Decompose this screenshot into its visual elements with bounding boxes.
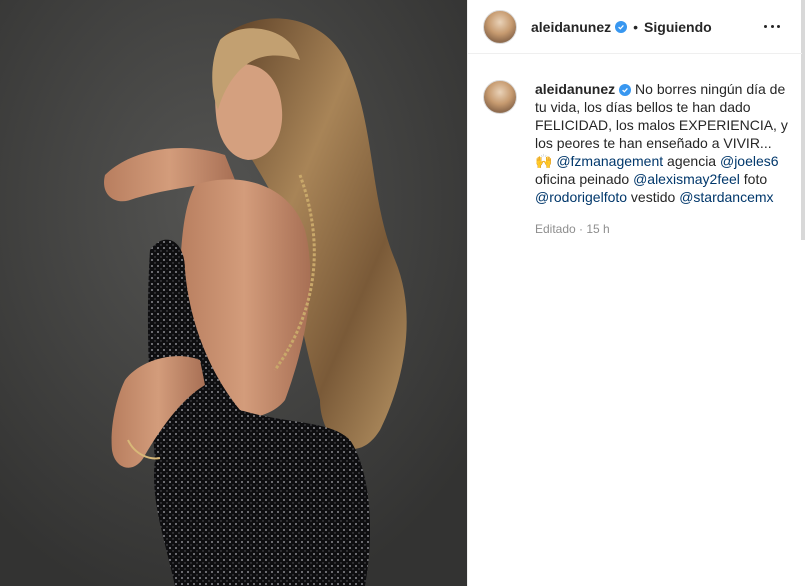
caption-avatar[interactable] (483, 80, 517, 114)
caption-text-part4: foto (739, 171, 768, 187)
caption-text-part3: oficina peinado (535, 171, 634, 187)
post-details-panel: aleidanunez • Siguiendo aleidanunez No b… (467, 0, 805, 586)
caption-text-part2: agencia (663, 153, 720, 169)
caption-username[interactable]: aleidanunez (535, 81, 615, 97)
mention-rodorigelfoto[interactable]: @rodorigelfoto (535, 189, 627, 205)
mention-joeles6[interactable]: @joeles6 (720, 153, 779, 169)
edited-label: Editado (535, 222, 576, 236)
mention-stardancemx[interactable]: @stardancemx (679, 189, 773, 205)
caption-meta: Editado · 15 h (535, 220, 793, 238)
header-username[interactable]: aleidanunez (531, 19, 611, 35)
post-photo[interactable] (0, 0, 467, 586)
following-button[interactable]: Siguiendo (644, 19, 712, 35)
time-ago[interactable]: 15 h (586, 222, 609, 236)
more-horizontal-icon[interactable] (764, 18, 780, 34)
caption-text-part5: vestido (627, 189, 680, 205)
raised-hands-emoji: 🙌 (535, 153, 553, 169)
post-photo-illustration (0, 0, 467, 586)
verified-badge-icon (619, 84, 632, 96)
verified-badge-icon (615, 20, 628, 33)
caption-text: aleidanunez No borres ningún día de tu v… (535, 80, 793, 206)
mention-fzmanagement[interactable]: @fzmanagement (556, 153, 663, 169)
time-separator: · (575, 222, 587, 236)
mention-alexismay2feel[interactable]: @alexismay2feel (633, 171, 740, 187)
avatar[interactable] (483, 9, 517, 44)
post-header: aleidanunez • Siguiendo (468, 0, 802, 54)
header-separator: • (633, 18, 639, 35)
caption-body: aleidanunez No borres ningún día de tu v… (535, 80, 793, 238)
caption-comment: aleidanunez No borres ningún día de tu v… (483, 80, 793, 238)
